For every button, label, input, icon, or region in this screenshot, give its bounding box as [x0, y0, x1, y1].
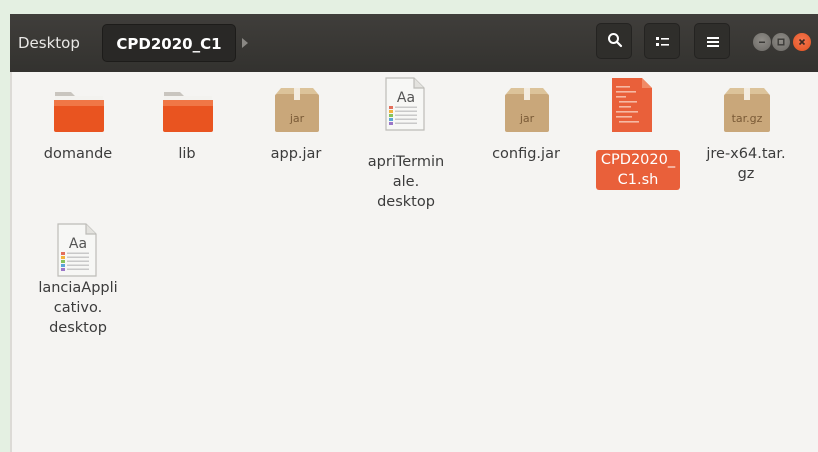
menu-button[interactable]	[694, 23, 730, 59]
file-item-jre-x64-tar-gz[interactable]: tar.gz jre-x64.tar. gz	[700, 82, 792, 202]
close-icon	[798, 38, 806, 46]
file-name: config.jar	[492, 146, 560, 162]
file-item-config-jar[interactable]: jar config.jar	[480, 82, 572, 192]
file-name: CPD2020_ C1.sh	[596, 150, 680, 190]
breadcrumb-current-folder[interactable]: CPD2020_C1	[102, 24, 236, 62]
hamburger-menu-icon	[707, 37, 719, 47]
file-view[interactable]: domande lib jar app.jar Aa apriTermin al…	[10, 72, 818, 452]
list-view-icon	[656, 37, 669, 46]
file-item-app-jar[interactable]: jar app.jar	[250, 82, 342, 192]
folder-icon	[54, 92, 104, 132]
file-item-lanciaapplicativo-desktop[interactable]: Aa lanciaAppli cativo. desktop	[32, 220, 124, 360]
file-manager-window: Desktop CPD2020_C1 domande lib jar app.j…	[10, 14, 818, 452]
file-item-domande[interactable]: domande	[32, 82, 124, 192]
file-name: app.jar	[270, 146, 322, 162]
maximize-button[interactable]	[772, 33, 790, 51]
breadcrumb-desktop[interactable]: Desktop	[10, 24, 98, 62]
file-badge: jar	[289, 112, 305, 125]
tar-archive-icon: tar.gz	[724, 88, 770, 132]
breadcrumb-forward-arrow-icon[interactable]	[242, 38, 248, 48]
file-badge: tar.gz	[732, 112, 763, 125]
jar-archive-icon: jar	[505, 88, 549, 132]
file-item-apriterminale-desktop[interactable]: Aa apriTermin ale. desktop	[360, 74, 452, 214]
close-button[interactable]	[793, 33, 811, 51]
file-item-cpd2020-c1-sh[interactable]: CPD2020_ C1.sh	[588, 74, 680, 194]
script-file-icon	[612, 78, 652, 132]
minimize-button[interactable]	[753, 33, 771, 51]
svg-text:Aa: Aa	[69, 236, 87, 252]
text-file-icon: Aa	[385, 77, 425, 131]
file-name: domande	[43, 146, 113, 162]
jar-archive-icon: jar	[275, 88, 319, 132]
file-name: lanciaAppli cativo. desktop	[38, 280, 118, 336]
search-icon	[608, 33, 623, 48]
search-button[interactable]	[596, 23, 632, 59]
file-name: apriTermin ale. desktop	[367, 154, 445, 210]
svg-text:Aa: Aa	[397, 90, 415, 106]
file-badge: jar	[519, 112, 535, 125]
header-bar: Desktop CPD2020_C1	[10, 14, 818, 72]
file-name: lib	[178, 146, 196, 162]
maximize-icon	[777, 38, 785, 46]
view-toggle-button[interactable]	[644, 23, 680, 59]
file-name: jre-x64.tar. gz	[706, 146, 786, 182]
file-item-lib[interactable]: lib	[141, 82, 233, 192]
folder-icon	[163, 92, 213, 132]
minimize-icon	[759, 41, 765, 43]
text-file-icon: Aa	[57, 223, 97, 277]
